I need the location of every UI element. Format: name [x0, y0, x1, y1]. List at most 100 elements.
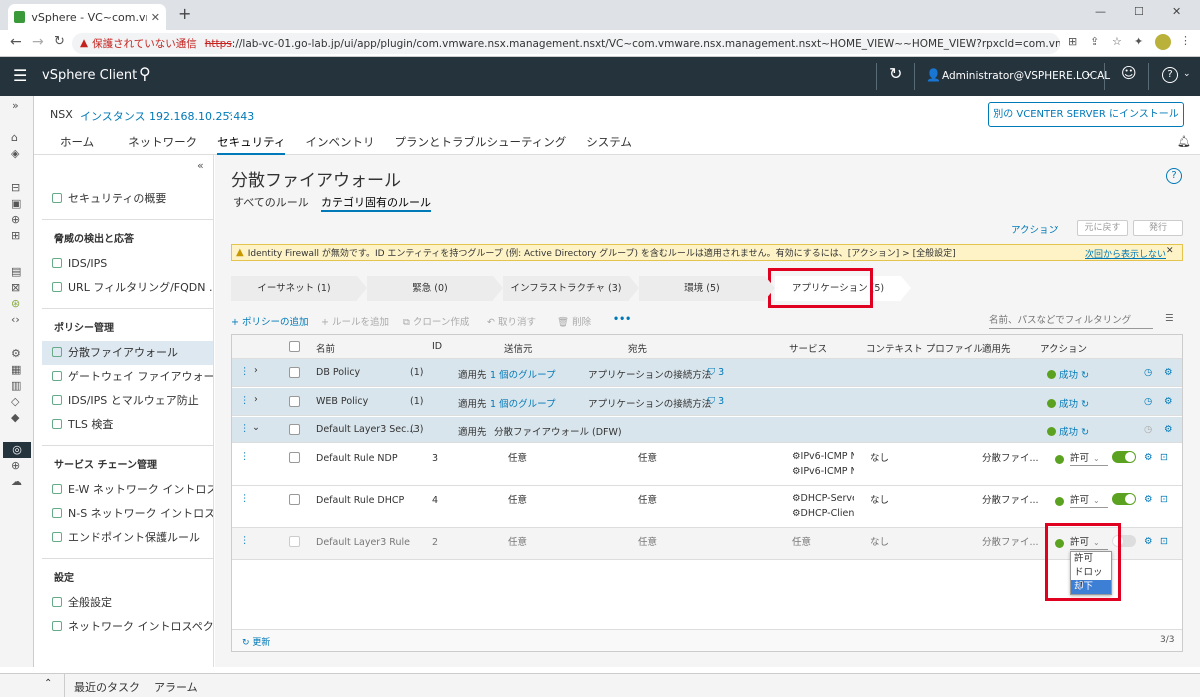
policy-row[interactable]: ⋮ › DB Policy (1) 適用先 1 個のグループ アプリケーションの…: [232, 359, 1182, 387]
storage-icon[interactable]: ⊕: [11, 214, 20, 225]
row-checkbox[interactable]: [289, 367, 300, 378]
actions-menu[interactable]: アクション: [1011, 222, 1058, 236]
tags-icon[interactable]: ◇: [11, 396, 19, 407]
column-header[interactable]: 適用先: [982, 341, 1011, 355]
gear-icon[interactable]: ⚙: [1144, 452, 1153, 463]
sidebar-item-ew[interactable]: E-W ネットワーク イントロス...: [42, 478, 213, 502]
column-header[interactable]: コンテキスト プロファイル: [866, 341, 983, 355]
row-menu-icon[interactable]: ⋮: [240, 452, 250, 462]
row-menu-icon[interactable]: ⋮: [240, 494, 250, 504]
admin-icon[interactable]: ⚙: [11, 348, 21, 359]
cloud-icon[interactable]: ☁: [11, 476, 22, 487]
dismiss-link[interactable]: 次回から表示しない: [1085, 247, 1166, 260]
chevron-down-icon[interactable]: ⌄: [1053, 222, 1060, 230]
row-checkbox[interactable]: [289, 424, 300, 435]
search-icon[interactable]: ⚲: [139, 66, 151, 82]
sidebar-item-gateway-fw[interactable]: ゲートウェイ ファイアウォール: [42, 365, 213, 389]
refresh-icon[interactable]: ↻: [889, 66, 902, 82]
close-icon[interactable]: ✕: [1166, 247, 1174, 256]
gear-icon[interactable]: ⚙: [1144, 536, 1153, 547]
tab-plan-troubleshoot[interactable]: プランとトラブルシューティング: [394, 130, 566, 155]
reload-icon[interactable]: ↻: [54, 35, 65, 48]
plugins-icon[interactable]: ◆: [11, 412, 19, 423]
bookmark-icon[interactable]: ☆: [1112, 36, 1122, 47]
action-select[interactable]: 許可 ⌄: [1070, 492, 1108, 508]
column-header[interactable]: 名前: [316, 341, 335, 355]
help-icon[interactable]: ?: [1162, 67, 1178, 83]
collapse-panel-icon[interactable]: «: [197, 160, 204, 171]
feedback-smiley-icon[interactable]: ☺: [1121, 66, 1137, 81]
filter-icon[interactable]: ☰: [1165, 314, 1174, 324]
shortcuts-icon[interactable]: ◈: [11, 148, 19, 159]
shield-badge[interactable]: ⛉ 3: [708, 367, 724, 378]
rule-row[interactable]: ⋮ Default Rule NDP 3 任意 任意 ⚙IPv6-ICMP N …: [232, 444, 1182, 486]
tasks-icon[interactable]: ▦: [11, 364, 21, 375]
row-checkbox[interactable]: [289, 452, 300, 463]
gear-icon[interactable]: ⚙: [1144, 494, 1153, 505]
sidebar-item-overview[interactable]: セキュリティの概要: [42, 187, 213, 211]
address-bar[interactable]: ▲ 保護されていない通信 https ://lab-vc-01.go-lab.j…: [72, 33, 1060, 54]
refresh-button[interactable]: ↻ 更新: [242, 635, 270, 648]
close-icon[interactable]: ✕: [151, 12, 160, 23]
history-icon[interactable]: ◷: [1144, 396, 1152, 407]
sidebar-item-dfw[interactable]: 分散ファイアウォール: [42, 341, 213, 365]
bell-icon[interactable]: 🔔︎: [1177, 136, 1191, 147]
code-icon[interactable]: ‹›: [11, 314, 20, 325]
rule-row[interactable]: ⋮ Default Rule DHCP 4 任意 任意 ⚙DHCP-Serve …: [232, 486, 1182, 528]
close-window-icon[interactable]: ✕: [1172, 6, 1181, 17]
category-infrastructure[interactable]: インフラストラクチャ (3): [503, 276, 639, 301]
filter-input[interactable]: [989, 312, 1153, 329]
hosts-icon[interactable]: ⊟: [11, 182, 20, 193]
column-header[interactable]: 宛先: [628, 341, 647, 355]
undo-button[interactable]: ↶ 取り消す: [487, 314, 536, 328]
home-icon[interactable]: ⌂: [11, 132, 18, 143]
translate-icon[interactable]: ⊞: [1068, 36, 1077, 47]
chevron-up-icon[interactable]: ⌃: [44, 679, 52, 689]
install-vcenter-button[interactable]: 別の VCENTER SERVER にインストール: [988, 102, 1184, 127]
hamburger-menu-icon[interactable]: ☰: [13, 68, 27, 84]
row-checkbox[interactable]: [289, 494, 300, 505]
rule-toggle[interactable]: [1112, 493, 1136, 505]
column-header[interactable]: 送信元: [504, 341, 533, 355]
events-icon[interactable]: ▥: [11, 380, 21, 391]
chevron-down-icon[interactable]: ⌄: [252, 423, 260, 433]
rule-row[interactable]: ⋮ Default Layer3 Rule 2 任意 任意 任意 なし 分散ファ…: [232, 528, 1182, 560]
sidebar-item-net-intro[interactable]: ネットワーク イントロスペク...: [42, 615, 213, 639]
sidebar-item-ids-ips[interactable]: IDS/IPS: [42, 252, 213, 276]
tab-security[interactable]: セキュリティ: [217, 130, 286, 155]
chevron-right-icon[interactable]: ›: [254, 395, 258, 405]
policy-row[interactable]: ⋮ › WEB Policy (1) 適用先 1 個のグループ アプリケーション…: [232, 388, 1182, 416]
gear-icon[interactable]: ⚙: [1164, 396, 1173, 407]
extensions-icon[interactable]: ✦: [1134, 36, 1143, 47]
refresh-icon[interactable]: ↻: [1081, 399, 1089, 410]
clone-button[interactable]: ⧉ クローン作成: [403, 314, 469, 328]
network-icon[interactable]: ⊞: [11, 230, 20, 241]
revert-button[interactable]: 元に戻す: [1077, 220, 1128, 236]
applied-groups-link[interactable]: 1 個のグループ: [490, 396, 556, 410]
collapse-rail-icon[interactable]: »: [12, 100, 19, 111]
graph-icon[interactable]: ⊡: [1160, 494, 1168, 505]
chevron-down-icon[interactable]: ⌄: [1183, 70, 1191, 79]
sidebar-item-ids-malware[interactable]: IDS/IPS とマルウェア防止: [42, 389, 213, 413]
share-icon[interactable]: ⇪: [1090, 36, 1099, 47]
graph-icon[interactable]: ⊡: [1160, 536, 1168, 547]
category-environment[interactable]: 環境 (5): [639, 276, 775, 301]
row-checkbox[interactable]: [289, 396, 300, 407]
shield-badge[interactable]: ⛉ 3: [708, 396, 724, 407]
row-menu-icon[interactable]: ⋮: [240, 424, 250, 434]
gear-icon[interactable]: ⚙: [1164, 424, 1173, 435]
tab-inventory[interactable]: インベントリ: [305, 130, 374, 155]
chevron-down-icon[interactable]: ⌄: [1085, 70, 1093, 79]
profile-avatar[interactable]: [1155, 34, 1171, 50]
tab-network[interactable]: ネットワーク: [128, 130, 197, 155]
recent-tasks-tab[interactable]: 最近のタスク: [74, 679, 140, 695]
column-header[interactable]: サービス: [789, 341, 827, 355]
add-rule-button[interactable]: + ルールを追加: [321, 314, 389, 328]
chevron-down-icon[interactable]: ⌄: [226, 108, 234, 117]
action-select[interactable]: 許可 ⌄: [1070, 450, 1108, 466]
policies-icon[interactable]: ⊠: [11, 282, 20, 293]
graph-icon[interactable]: ⊡: [1160, 452, 1168, 463]
lifecycle-icon[interactable]: ⊛: [11, 298, 20, 309]
gear-icon[interactable]: ⚙: [1164, 367, 1173, 378]
new-tab-button[interactable]: +: [178, 6, 191, 22]
